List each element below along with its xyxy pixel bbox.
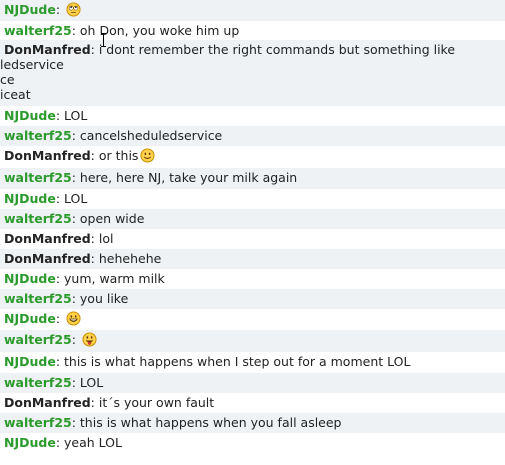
message-text-continuation: ce bbox=[0, 72, 15, 87]
chat-message: NJDude: yeah LOL bbox=[0, 433, 505, 455]
chat-log[interactable]: NJDude: walterf25: oh Don, you woke him … bbox=[0, 0, 505, 465]
author-separator: : bbox=[71, 170, 80, 185]
author-separator: : bbox=[71, 128, 80, 143]
message-text: LOL bbox=[64, 191, 88, 206]
author-separator: : bbox=[55, 435, 65, 450]
author-separator: : bbox=[90, 395, 99, 410]
message-text: yum, warm milk bbox=[64, 271, 165, 286]
chat-message: walterf25: here, here NJ, take your milk… bbox=[0, 168, 505, 189]
author-separator: : bbox=[90, 231, 99, 246]
chat-message: walterf25: bbox=[0, 330, 505, 352]
message-text-continuation: ledservice bbox=[0, 57, 64, 72]
message-text: you like bbox=[79, 291, 129, 306]
chat-message: walterf25: LOL bbox=[0, 373, 505, 393]
tongue-out-emoticon bbox=[82, 332, 97, 347]
message-author[interactable]: NJDude bbox=[4, 311, 56, 326]
author-separator: : bbox=[55, 271, 65, 286]
smile-emoticon bbox=[140, 148, 155, 163]
message-author[interactable]: walterf25 bbox=[4, 291, 72, 306]
chat-message: DonManfred: i dont remember the right co… bbox=[0, 40, 505, 106]
rolling-eyes-emoticon bbox=[66, 2, 81, 17]
message-text: this is what happens when I step out for… bbox=[64, 354, 411, 369]
author-separator: : bbox=[90, 42, 99, 57]
message-text: LOL bbox=[64, 108, 88, 123]
message-author[interactable]: DonManfred bbox=[4, 42, 91, 57]
chat-message: walterf25: open wide bbox=[0, 209, 505, 229]
message-author[interactable]: NJDude bbox=[4, 191, 56, 206]
message-author[interactable]: NJDude bbox=[4, 271, 56, 286]
chat-message: NJDude: this is what happens when I step… bbox=[0, 352, 505, 373]
message-text: yeah LOL bbox=[64, 435, 122, 450]
message-text: open wide bbox=[79, 211, 145, 226]
message-author[interactable]: walterf25 bbox=[4, 170, 72, 185]
message-author[interactable]: walterf25 bbox=[4, 128, 72, 143]
author-separator: : bbox=[71, 211, 80, 226]
chat-message: NJDude: LOL bbox=[0, 106, 505, 126]
message-author[interactable]: walterf25 bbox=[4, 211, 72, 226]
message-author[interactable]: NJDude bbox=[4, 354, 56, 369]
author-separator: : bbox=[55, 191, 65, 206]
message-text: cancelsheduledservice bbox=[79, 128, 223, 143]
message-author[interactable]: walterf25 bbox=[4, 332, 72, 347]
chat-message: walterf25: cancelsheduledservice bbox=[0, 126, 505, 146]
message-text: hehehehe bbox=[98, 251, 162, 266]
message-author[interactable]: NJDude bbox=[4, 435, 56, 450]
author-separator: : bbox=[71, 375, 80, 390]
chat-message: DonManfred: hehehehe bbox=[0, 249, 505, 269]
message-text: or this bbox=[98, 148, 139, 163]
grin-emoticon bbox=[66, 311, 81, 326]
message-text: lol bbox=[98, 231, 114, 246]
message-author[interactable]: DonManfred bbox=[4, 251, 91, 266]
author-separator: : bbox=[71, 23, 80, 38]
message-author[interactable]: walterf25 bbox=[4, 23, 72, 38]
chat-message: NJDude: LOL bbox=[0, 189, 505, 209]
message-text: LOL bbox=[79, 375, 104, 390]
message-author[interactable]: NJDude bbox=[4, 2, 56, 17]
message-author[interactable]: DonManfred bbox=[4, 148, 91, 163]
message-author[interactable]: walterf25 bbox=[4, 375, 72, 390]
chat-message: DonManfred: or this bbox=[0, 146, 505, 168]
author-separator: : bbox=[55, 311, 65, 326]
message-text-continuation: iceat bbox=[0, 87, 31, 102]
chat-message: walterf25: this is what happens when you… bbox=[0, 413, 505, 433]
chat-message: walterf25: you like bbox=[0, 289, 505, 309]
author-separator: : bbox=[90, 251, 99, 266]
author-separator: : bbox=[55, 2, 65, 17]
author-separator: : bbox=[71, 415, 80, 430]
message-author[interactable]: walterf25 bbox=[4, 415, 72, 430]
message-author[interactable]: DonManfred bbox=[4, 395, 91, 410]
author-separator: : bbox=[71, 291, 80, 306]
chat-message: NJDude: bbox=[0, 0, 505, 21]
message-author[interactable]: DonManfred bbox=[4, 231, 91, 246]
author-separator: : bbox=[90, 148, 99, 163]
author-separator: : bbox=[55, 108, 65, 123]
message-text: this is what happens when you fall aslee… bbox=[79, 415, 342, 430]
chat-message: NJDude: yum, warm milk bbox=[0, 269, 505, 289]
chat-message: walterf25: oh Don, you woke him up bbox=[0, 21, 505, 40]
author-separator: : bbox=[55, 354, 65, 369]
chat-message: DonManfred: lol bbox=[0, 229, 505, 249]
message-text: it´s your own fault bbox=[98, 395, 215, 410]
author-separator: : bbox=[71, 332, 80, 347]
text-cursor-icon bbox=[101, 33, 107, 47]
message-text: i dont remember the right commands but s… bbox=[98, 42, 456, 57]
message-author[interactable]: NJDude bbox=[4, 108, 56, 123]
chat-message: DonManfred: it´s your own fault bbox=[0, 393, 505, 413]
chat-message: NJDude: bbox=[0, 309, 505, 330]
message-text: here, here NJ, take your milk again bbox=[79, 170, 298, 185]
